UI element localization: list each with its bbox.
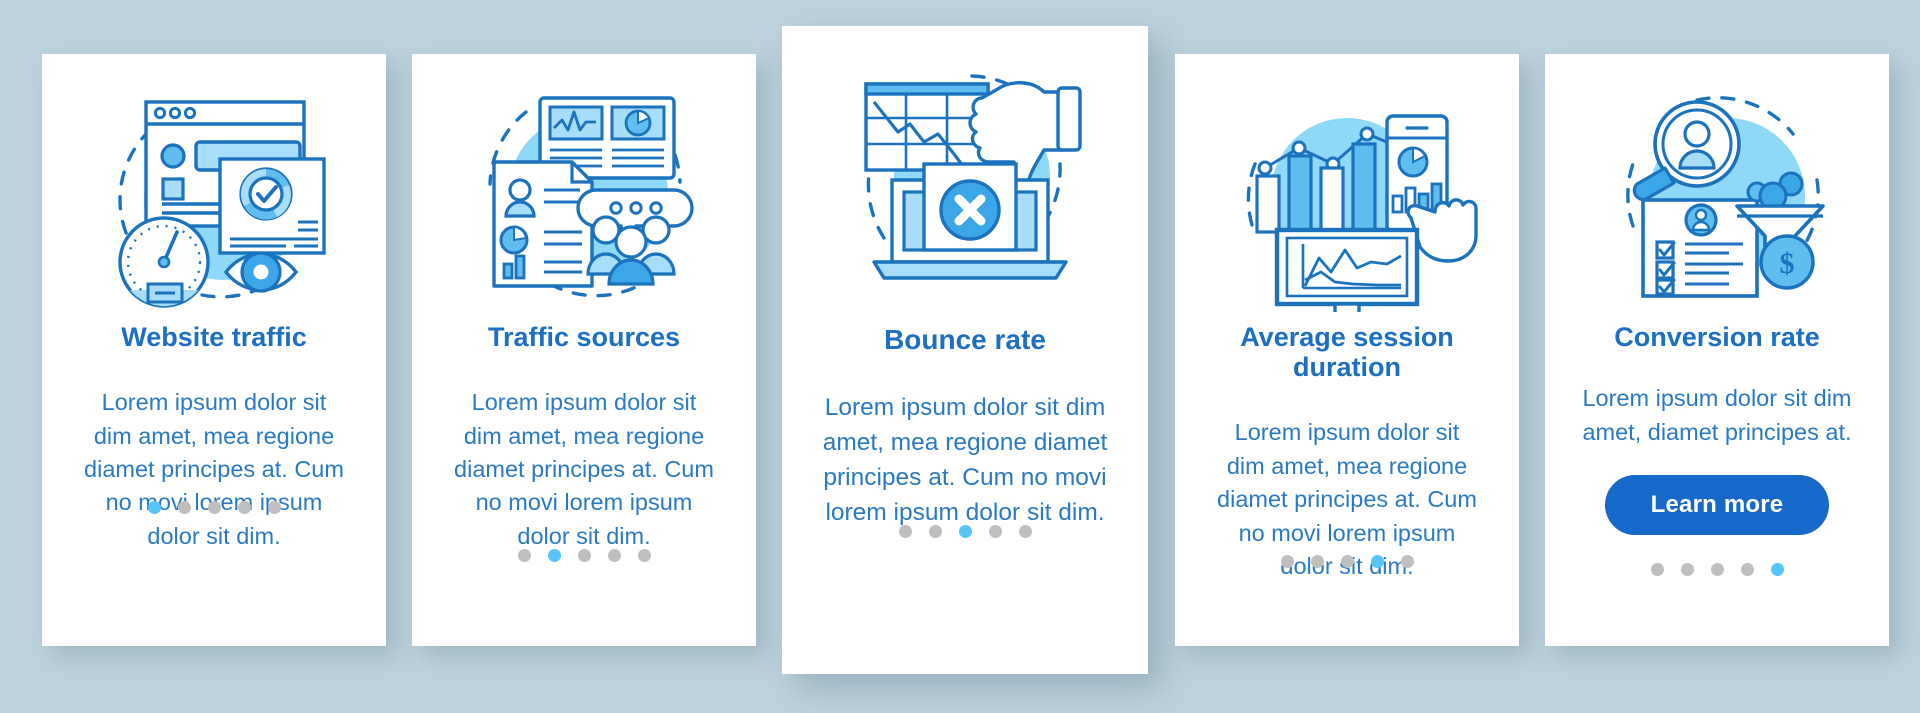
onboarding-card-conversion-rate[interactable]: $ Conversion rate Lorem ipsum dolor sit … <box>1545 54 1889 646</box>
card-title: Average session duration <box>1240 322 1454 383</box>
pagination-dots[interactable] <box>782 525 1148 538</box>
pagination-dot[interactable] <box>928 525 942 538</box>
pagination-dot[interactable] <box>898 525 912 538</box>
pagination-dot[interactable] <box>177 501 191 514</box>
pagination-dot[interactable] <box>1370 555 1384 568</box>
card-title: Traffic sources <box>487 322 681 352</box>
pagination-dot[interactable] <box>607 549 621 562</box>
pagination-dot[interactable] <box>1018 525 1032 538</box>
pagination-dots[interactable] <box>412 549 756 562</box>
pagination-dot[interactable] <box>267 501 281 514</box>
card-body-text: Lorem ipsum dolor sit dim amet, mea regi… <box>454 389 714 549</box>
pagination-dot[interactable] <box>958 525 972 538</box>
pagination-dot[interactable] <box>207 501 221 514</box>
illustration-traffic-sources <box>412 54 756 316</box>
pagination-dots[interactable] <box>1545 563 1889 576</box>
magnifier-checklist-funnel-coin-icon: $ <box>1626 96 1825 298</box>
browser-window-gauge-eye-icon <box>118 100 326 308</box>
svg-text:$: $ <box>1780 247 1795 280</box>
onboarding-card-average-session-duration[interactable]: Average session duration Lorem ipsum dol… <box>1175 54 1519 646</box>
dashboard-document-people-icon <box>488 96 694 298</box>
bar-chart-phone-monitor-cursor-icon <box>1246 114 1478 312</box>
card-title: Website traffic <box>121 322 307 352</box>
pagination-dot[interactable] <box>1280 555 1294 568</box>
pagination-dot[interactable] <box>577 549 591 562</box>
pagination-dot[interactable] <box>147 501 161 514</box>
pagination-dot[interactable] <box>1680 563 1694 576</box>
card-title: Conversion rate <box>1614 322 1820 352</box>
onboarding-card-traffic-sources[interactable]: Traffic sources Lorem ipsum dolor sit di… <box>412 54 756 646</box>
onboarding-card-website-traffic[interactable]: Website traffic Lorem ipsum dolor sit di… <box>42 54 386 646</box>
pagination-dot[interactable] <box>1650 563 1664 576</box>
illustration-conversion-rate: $ <box>1545 54 1889 316</box>
pagination-dots[interactable] <box>42 501 386 514</box>
card-title: Bounce rate <box>884 324 1046 355</box>
pagination-dot[interactable] <box>1710 563 1724 576</box>
pagination-dot[interactable] <box>1740 563 1754 576</box>
pagination-dot[interactable] <box>1400 555 1414 568</box>
pagination-dot[interactable] <box>547 549 561 562</box>
pagination-dot[interactable] <box>1310 555 1324 568</box>
pagination-dots[interactable] <box>1175 555 1519 568</box>
pagination-dot[interactable] <box>988 525 1002 538</box>
onboarding-card-bounce-rate[interactable]: Bounce rate Lorem ipsum dolor sit dim am… <box>782 26 1148 674</box>
pagination-dot[interactable] <box>1770 563 1784 576</box>
illustration-website-traffic <box>42 54 386 316</box>
pagination-dot[interactable] <box>637 549 651 562</box>
onboarding-screens-board: Website traffic Lorem ipsum dolor sit di… <box>0 0 1920 713</box>
illustration-bounce-rate <box>782 26 1148 316</box>
illustration-average-session-duration <box>1175 54 1519 316</box>
card-body-text: Lorem ipsum dolor sit dim amet, diamet p… <box>1582 385 1852 445</box>
card-body-text: Lorem ipsum dolor sit dim amet, mea regi… <box>822 394 1108 526</box>
pagination-dot[interactable] <box>517 549 531 562</box>
card-body-text: Lorem ipsum dolor sit dim amet, mea regi… <box>84 389 344 549</box>
learn-more-button[interactable]: Learn more <box>1604 474 1830 535</box>
pagination-dot[interactable] <box>1340 555 1354 568</box>
pagination-dot[interactable] <box>237 501 251 514</box>
declining-chart-thumbs-down-laptop-icon <box>864 74 1082 280</box>
